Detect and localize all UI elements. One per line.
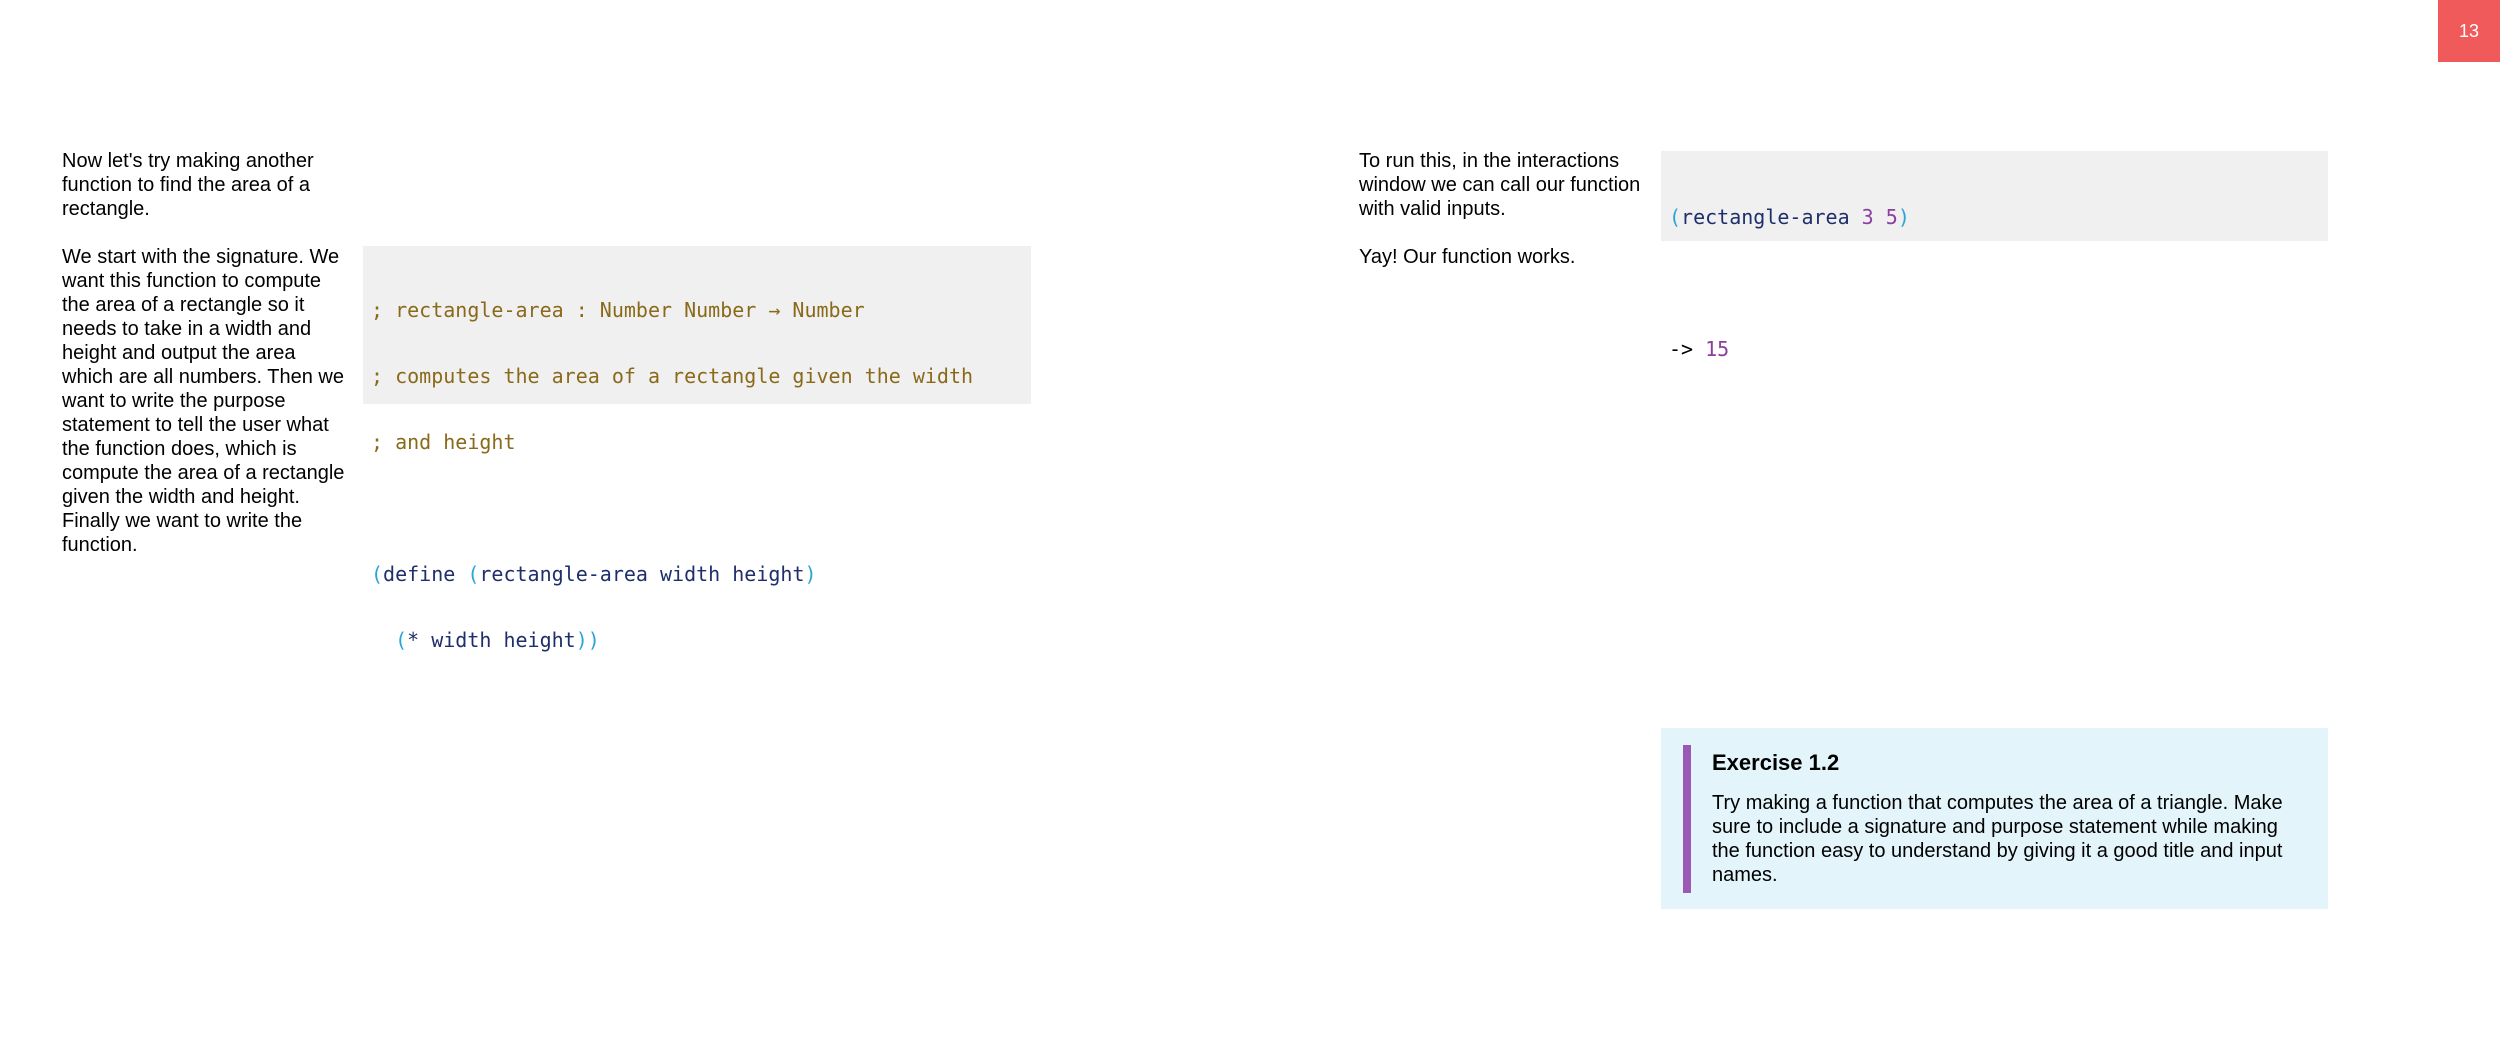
run-instructions-paragraph: To run this, in the interactions window …	[1359, 150, 1641, 220]
argument-separator	[1874, 205, 1886, 229]
body-expression: * width height	[407, 628, 576, 652]
call-argument-width: 3	[1861, 205, 1874, 229]
call-open-paren: (	[1669, 205, 1682, 229]
body-open-paren: (	[395, 628, 408, 652]
exercise-title: Exercise 1.2	[1712, 750, 1840, 775]
exercise-accent-bar	[1683, 745, 1691, 893]
result-value: 15	[1705, 337, 1730, 361]
signature-comment-line: ; rectangle-area : Number Number → Numbe…	[371, 298, 865, 322]
define-keyword: define	[383, 562, 468, 586]
body-close-parens: ))	[575, 628, 600, 652]
body-line: (* width height))	[371, 629, 1031, 651]
signature-close-paren: )	[804, 562, 817, 586]
define-line: (define (rectangle-area width height)	[371, 563, 1031, 585]
success-paragraph: Yay! Our function works.	[1359, 246, 1576, 268]
intro-paragraph: Now let's try making another function to…	[62, 150, 314, 220]
call-line: (rectangle-area 3 5)	[1669, 206, 2328, 228]
result-line: -> 15	[1669, 338, 2328, 360]
define-open-paren: (	[371, 562, 384, 586]
right-text-column: To run this, in the interactions window …	[1359, 149, 1644, 269]
interactions-code-block: (rectangle-area 3 5) -> 15	[1661, 151, 2328, 360]
left-text-column: Now let's try making another function to…	[62, 149, 347, 557]
function-definition-code-block: ; rectangle-area : Number Number → Numbe…	[363, 246, 1031, 651]
call-function-name: rectangle-area	[1681, 205, 1862, 229]
signature-open-paren: (	[467, 562, 480, 586]
page-number-badge: 13	[2438, 0, 2500, 62]
page-number: 13	[2458, 20, 2480, 41]
exercise-body: Try making a function that computes the …	[1712, 792, 2283, 886]
function-header: rectangle-area width height	[479, 562, 805, 586]
result-arrow: ->	[1669, 337, 1706, 361]
purpose-comment-line-2: ; and height	[371, 430, 516, 454]
call-close-paren: )	[1897, 205, 1910, 229]
exercise-callout: Exercise 1.2 Try making a function that …	[1661, 728, 2328, 909]
body-indent	[371, 628, 395, 652]
signature-explanation-paragraph: We start with the signature. We want thi…	[62, 246, 345, 556]
purpose-comment-line-1: ; computes the area of a rectangle given…	[371, 364, 974, 388]
call-argument-height: 5	[1885, 205, 1898, 229]
